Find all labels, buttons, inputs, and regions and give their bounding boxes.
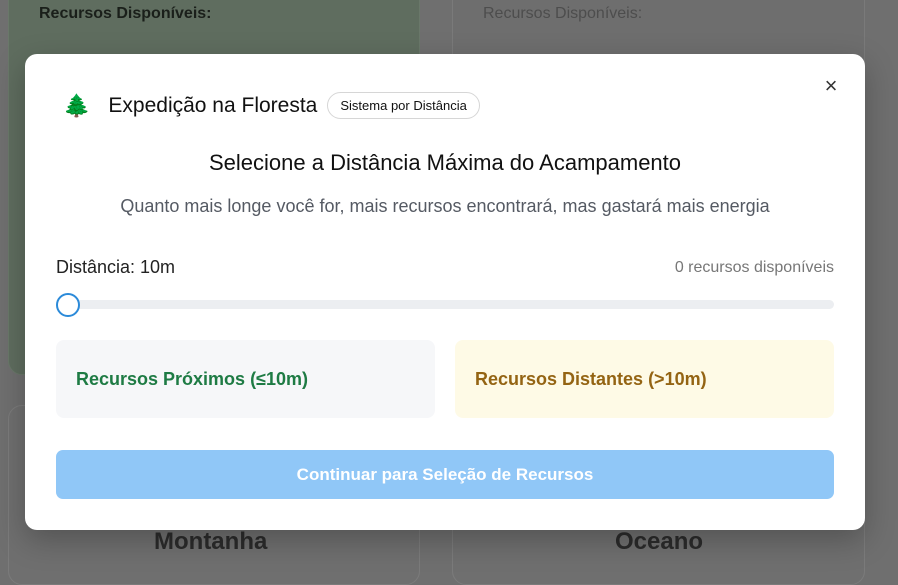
distance-slider-thumb[interactable] [56, 293, 80, 317]
distance-slider-track[interactable] [56, 300, 834, 309]
modal-header: 🌲 Expedição na Floresta Sistema por Dist… [63, 92, 480, 119]
far-resources-label: Recursos Distantes (>10m) [475, 368, 707, 389]
background-card-title: Oceano [615, 528, 704, 555]
background-resources-label: Recursos Disponíveis: [483, 5, 643, 22]
far-resources-panel: Recursos Distantes (>10m) [455, 340, 834, 418]
near-resources-panel: Recursos Próximos (≤10m) [56, 340, 435, 418]
close-icon: × [824, 73, 838, 98]
system-badge: Sistema por Distância [327, 92, 480, 119]
near-resources-label: Recursos Próximos (≤10m) [76, 368, 308, 389]
distance-subheading: Quanto mais longe você for, mais recurso… [120, 196, 770, 216]
background-card-title: Montanha [154, 528, 268, 555]
resource-count: 0 recursos disponíveis [674, 259, 834, 276]
expedition-modal: × 🌲 Expedição na Floresta Sistema por Di… [25, 54, 865, 530]
modal-title: Expedição na Floresta [108, 93, 318, 117]
distance-label: Distância: 10m [56, 257, 176, 277]
continue-button[interactable]: Continuar para Seleção de Recursos [56, 450, 834, 499]
tree-icon: 🌲 [63, 92, 91, 118]
distance-heading: Selecione a Distância Máxima do Acampame… [208, 150, 682, 175]
close-button[interactable]: × [819, 74, 843, 98]
background-resources-label: Recursos Disponíveis: [39, 5, 212, 22]
